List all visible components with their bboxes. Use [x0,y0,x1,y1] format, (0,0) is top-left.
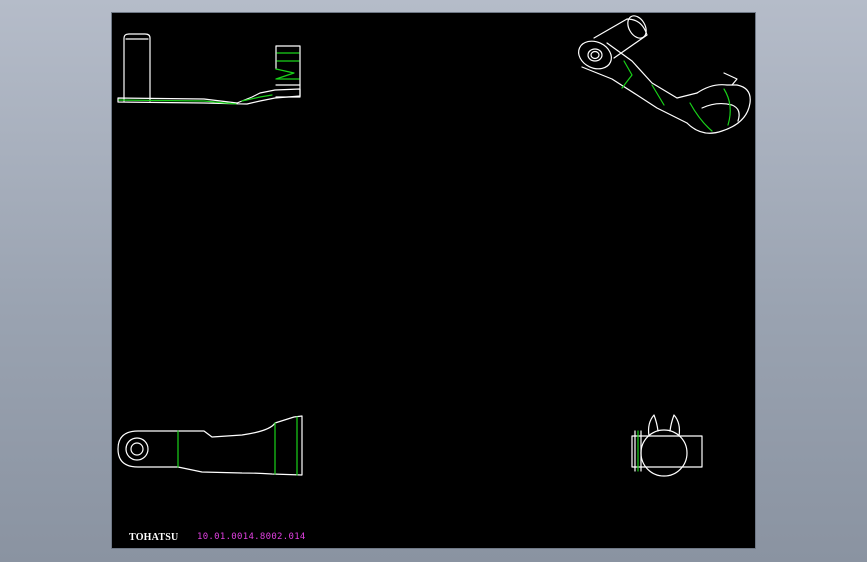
top-view-eye-inner [130,442,144,456]
drawing-sheet: TOHATSU 10.01.0014.8002.014 [112,13,755,548]
brand-logo: TOHATSU [129,532,179,543]
top-view [117,415,303,476]
side-view-post [123,33,151,102]
part-number: 10.01.0014.8002.014 [197,532,306,542]
side-view [117,33,301,105]
end-view-ring [640,429,688,477]
top-view-eye-outer [125,437,149,461]
end-view [631,414,703,477]
iso-eye [578,40,612,70]
iso-hook [686,84,751,134]
isometric-view [578,15,751,134]
cad-drawing [117,15,751,477]
